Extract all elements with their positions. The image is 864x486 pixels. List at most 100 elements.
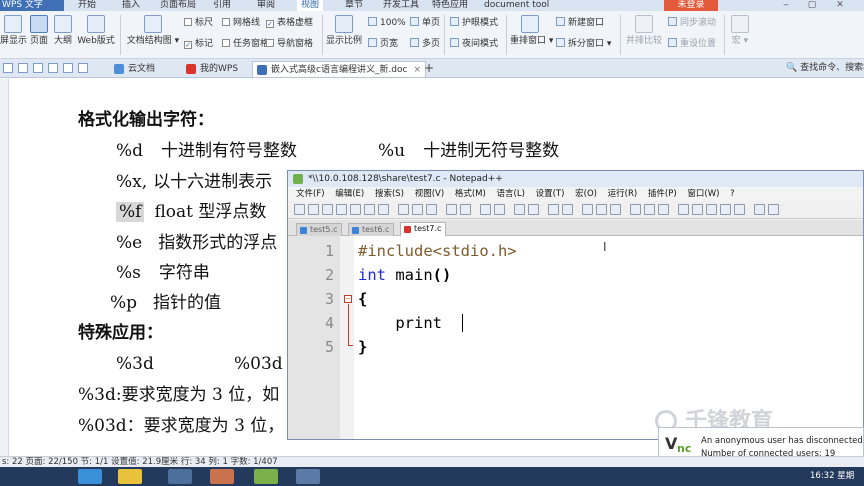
tab-my-wps[interactable]: 我的WPS [182,61,242,77]
user-lang-icon[interactable] [630,204,641,215]
tab-review[interactable]: 审阅 [257,0,275,11]
save-icon[interactable] [322,204,333,215]
notepad-plus-plus-window[interactable]: *\\10.0.108.128\share\test7.c - Notepad+… [287,170,864,440]
maximize-icon[interactable]: ▢ [806,0,818,11]
gridlines-checkbox[interactable]: 网格线 [222,17,260,29]
menu-plugins[interactable]: 插件(P) [648,189,677,199]
preview-icon[interactable] [48,63,58,73]
menu-file[interactable]: 文件(F) [296,189,325,199]
function-list-icon[interactable] [658,204,669,215]
redo-icon[interactable] [460,204,471,215]
navigation-pane-checkbox[interactable]: 导航窗格 [266,38,313,50]
replace-icon[interactable] [494,204,505,215]
page-view-button[interactable]: 页面 [28,15,50,57]
wps-app-menu[interactable]: WPS 文字 [0,0,64,11]
new-tab-button[interactable]: + [424,61,434,75]
undo-icon[interactable] [18,63,28,73]
taskbar-app-icon[interactable] [168,469,192,484]
fullscreen-button[interactable]: 屏显示 [0,15,27,57]
spell-check-icon[interactable] [754,204,765,215]
tab-start[interactable]: 开始 [78,0,96,11]
multi-page-button[interactable]: 多页 [410,38,440,50]
find-icon[interactable] [480,204,491,215]
print-icon[interactable] [33,63,43,73]
menu-format[interactable]: 格式(M) [455,189,486,199]
tab-document-tool[interactable]: document tool [484,0,549,11]
page-width-button[interactable]: 页宽 [368,38,398,50]
tab-test5[interactable]: test5.c [296,223,343,236]
sync-vertical-icon[interactable] [548,204,559,215]
notepad-title-bar[interactable]: *\\10.0.108.128\share\test7.c - Notepad+… [288,171,863,187]
paste-icon[interactable] [426,204,437,215]
single-page-button[interactable]: 单页 [410,17,440,29]
menu-language[interactable]: 语言(L) [497,189,525,199]
zoom-in-icon[interactable] [514,204,525,215]
tab-insert[interactable]: 插入 [122,0,140,11]
taskbar-app-icon[interactable] [210,469,234,484]
print-icon[interactable] [378,204,389,215]
repeat-icon[interactable] [78,63,88,73]
web-view-button[interactable]: Web版式 [77,15,115,57]
tab-chapter[interactable]: 章节 [345,0,363,11]
menu-run[interactable]: 运行(R) [608,189,638,199]
split-window-button[interactable]: 拆分窗口 ▾ [556,38,611,50]
menu-edit[interactable]: 编辑(E) [335,189,364,199]
new-window-button[interactable]: 新建窗口 [556,17,604,29]
outline-view-button[interactable]: 大纲 [52,15,74,57]
menu-help[interactable]: ? [730,189,735,199]
zoom-button[interactable]: 显示比例 [326,15,362,57]
menu-view[interactable]: 视图(V) [415,189,444,199]
tab-references[interactable]: 引用 [213,0,231,11]
indent-guide-icon[interactable] [610,204,621,215]
new-file-icon[interactable] [294,204,305,215]
tab-page-layout[interactable]: 页面布局 [160,0,196,11]
reset-position-button[interactable]: 重设位置 [668,38,716,50]
zoom-100-button[interactable]: 100% [368,17,406,29]
taskbar-clock[interactable]: 16:32 星期 [810,470,854,483]
zoom-out-icon[interactable] [528,204,539,215]
close-file-icon[interactable] [350,204,361,215]
run-macro-multiple-icon[interactable] [720,204,731,215]
minimize-icon[interactable]: ‒ [780,0,792,11]
night-mode-button[interactable]: 夜间模式 [450,38,498,50]
copy-icon[interactable] [412,204,423,215]
ruler-checkbox[interactable]: 标尺 [184,17,213,29]
taskbar-app-icon[interactable] [254,469,278,484]
tab-view[interactable]: 视图 [297,0,324,11]
sync-scroll-button[interactable]: 同步滚动 [668,17,716,29]
taskbar-app-icon[interactable] [296,469,320,484]
compare-side-by-side-button[interactable]: 并排比较 [624,15,664,57]
record-macro-icon[interactable] [678,204,689,215]
stop-macro-icon[interactable] [692,204,703,215]
word-wrap-icon[interactable] [582,204,593,215]
check-icon[interactable] [768,204,779,215]
menu-window[interactable]: 窗口(W) [687,189,719,199]
close-all-icon[interactable] [364,204,375,215]
menu-settings[interactable]: 设置(T) [536,189,565,199]
arrange-windows-button[interactable]: 重排窗口 ▾ [510,15,553,57]
tab-cloud-docs[interactable]: 云文档 [110,61,159,77]
taskbar-app-icon[interactable] [118,469,142,484]
redo-icon[interactable] [63,63,73,73]
cut-icon[interactable] [398,204,409,215]
menu-search[interactable]: 搜索(S) [375,189,404,199]
save-all-icon[interactable] [336,204,347,215]
fold-collapse-icon[interactable]: − [344,295,352,303]
undo-icon[interactable] [446,204,457,215]
markup-checkbox[interactable]: ✓ 标记 [184,38,213,50]
tab-special-apps[interactable]: 特色应用 [432,0,468,11]
show-all-chars-icon[interactable] [596,204,607,215]
save-macro-icon[interactable] [734,204,745,215]
macro-button[interactable]: 宏 ▾ [728,15,752,57]
sync-horizontal-icon[interactable] [562,204,573,215]
doc-map-icon[interactable] [644,204,655,215]
login-button[interactable]: 未登录 [664,0,718,11]
tab-current-document[interactable]: 嵌入式高级c语言编程讲义_新.doc × [252,61,427,77]
taskbar-app-icon[interactable] [78,469,102,484]
tab-test6[interactable]: test6.c [348,223,395,236]
table-gridlines-checkbox[interactable]: ✓ 表格虚框 [266,17,313,29]
menu-macro[interactable]: 宏(O) [575,189,597,199]
open-file-icon[interactable] [308,204,319,215]
eye-protection-button[interactable]: 护眼模式 [450,17,498,29]
play-macro-icon[interactable] [706,204,717,215]
